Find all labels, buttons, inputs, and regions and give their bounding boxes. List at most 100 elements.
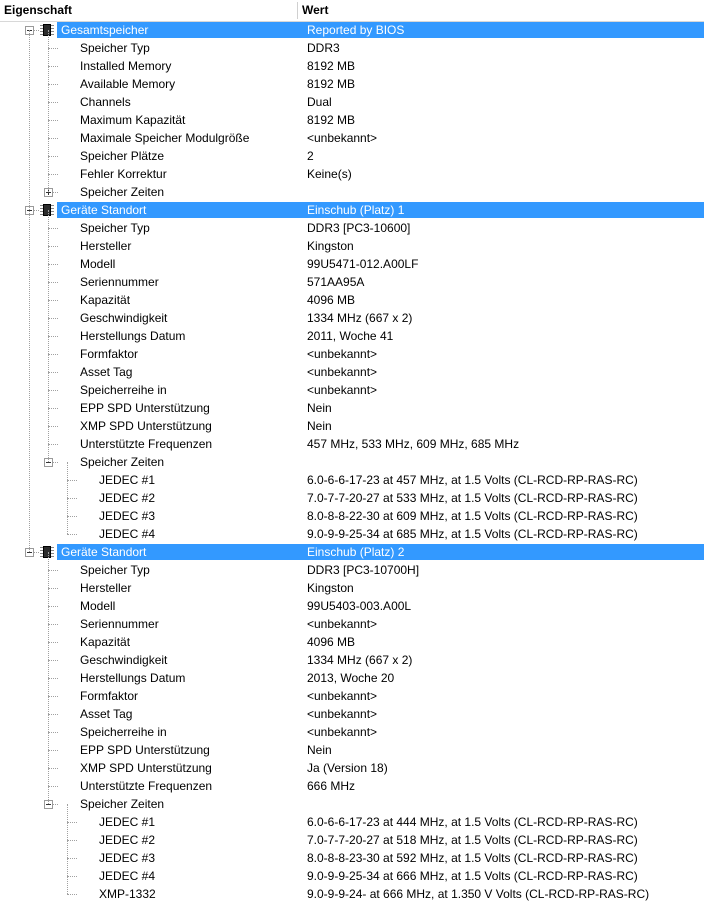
tree-row[interactable]: XMP SPD Unterstützung Ja (Version 18) — [0, 759, 704, 777]
tree-leaf-row[interactable]: XMP-1332 9.0-9-9-24- at 666 MHz, at 1.350… — [0, 885, 704, 903]
tree-row[interactable]: Speicher Zeiten — [0, 795, 704, 813]
tree-leaf-row[interactable]: JEDEC #4 9.0-9-9-25-34 at 685 MHz, at 1.5… — [0, 525, 704, 543]
tree-row[interactable]: Geschwindigkeit 1334 MHz (667 x 2) — [0, 651, 704, 669]
property-label: Unterstützte Frequenzen — [80, 779, 213, 793]
tree-connector — [48, 246, 58, 247]
tree-row[interactable]: Seriennummer <unbekannt> — [0, 615, 704, 633]
property-value: 8.0-8-8-23-30 at 592 MHz, at 1.5 Volts (… — [307, 851, 638, 865]
tree-row[interactable]: Hersteller Kingston — [0, 237, 704, 255]
tree-row[interactable]: EPP SPD Unterstützung Nein — [0, 741, 704, 759]
property-value: <unbekannt> — [307, 707, 378, 721]
tree-group-row[interactable]: Geräte Standort Einschub (Platz) 1 — [0, 201, 704, 219]
tree-leaf-row[interactable]: JEDEC #2 7.0-7-7-20-27 at 533 MHz, at 1.5… — [0, 489, 704, 507]
property-value: 99U5403-003.A00L — [307, 599, 412, 613]
tree-guide-line — [67, 462, 68, 534]
property-value: 9.0-9-9-25-34 at 685 MHz, at 1.5 Volts (… — [307, 527, 638, 541]
tree-row[interactable]: Formfaktor <unbekannt> — [0, 687, 704, 705]
tree-row[interactable]: Kapazität 4096 MB — [0, 291, 704, 309]
tree-connector — [48, 588, 58, 589]
property-label: Maximale Speicher Modulgröße — [80, 131, 250, 145]
property-label: XMP SPD Unterstützung — [80, 419, 212, 433]
property-value: Einschub (Platz) 1 — [307, 203, 405, 217]
property-value: Nein — [307, 419, 332, 433]
property-label: Speicher Zeiten — [80, 185, 165, 199]
property-label: Geschwindigkeit — [80, 311, 168, 325]
property-value: Keine(s) — [307, 167, 352, 181]
tree-row[interactable]: Herstellungs Datum 2011, Woche 41 — [0, 327, 704, 345]
tree-row[interactable]: XMP SPD Unterstützung Nein — [0, 417, 704, 435]
tree-connector — [48, 732, 58, 733]
property-value: 1334 MHz (667 x 2) — [307, 311, 413, 325]
tree-row[interactable]: Installed Memory 8192 MB — [0, 57, 704, 75]
property-label: Kapazität — [80, 293, 131, 307]
property-label: Installed Memory — [80, 59, 172, 73]
tree-group-row[interactable]: Gesamtspeicher Reported by BIOS — [0, 21, 704, 39]
column-header-value[interactable]: Wert — [298, 0, 704, 21]
tree-row[interactable]: Hersteller Kingston — [0, 579, 704, 597]
tree-row[interactable]: Speicher Plätze 2 — [0, 147, 704, 165]
column-header-property[interactable]: Eigenschaft — [0, 0, 298, 21]
tree-leaf-row[interactable]: JEDEC #3 8.0-8-8-22-30 at 609 MHz, at 1.5… — [0, 507, 704, 525]
tree-connector — [48, 300, 58, 301]
tree-row[interactable]: Unterstützte Frequenzen 457 MHz, 533 MHz,… — [0, 435, 704, 453]
tree-group-row[interactable]: Geräte Standort Einschub (Platz) 2 — [0, 543, 704, 561]
property-value: <unbekannt> — [307, 383, 378, 397]
property-label: Formfaktor — [80, 689, 139, 703]
tree-leaf-row[interactable]: JEDEC #4 9.0-9-9-25-34 at 666 MHz, at 1.5… — [0, 867, 704, 885]
tree-leaf-row[interactable]: JEDEC #1 6.0-6-6-17-23 at 444 MHz, at 1.5… — [0, 813, 704, 831]
column-header: Eigenschaft Wert — [0, 0, 704, 22]
tree-row[interactable]: Formfaktor <unbekannt> — [0, 345, 704, 363]
tree-connector — [48, 336, 58, 337]
tree-row[interactable]: Unterstützte Frequenzen 666 MHz — [0, 777, 704, 795]
property-label: Seriennummer — [80, 617, 159, 631]
property-label: Maximum Kapazität — [80, 113, 186, 127]
property-value: Nein — [307, 401, 332, 415]
property-label: Speicherreihe in — [80, 383, 167, 397]
tree-leaf-row[interactable]: JEDEC #1 6.0-6-6-17-23 at 457 MHz, at 1.5… — [0, 471, 704, 489]
tree-row[interactable]: Herstellungs Datum 2013, Woche 20 — [0, 669, 704, 687]
tree-row[interactable]: Speicher Zeiten — [0, 183, 704, 201]
tree-leaf-row[interactable]: JEDEC #3 8.0-8-8-23-30 at 592 MHz, at 1.5… — [0, 849, 704, 867]
property-value: 8.0-8-8-22-30 at 609 MHz, at 1.5 Volts (… — [307, 509, 638, 523]
property-value: 8192 MB — [307, 113, 356, 127]
tree-row[interactable]: Available Memory 8192 MB — [0, 75, 704, 93]
tree-row[interactable]: Maximale Speicher Modulgröße <unbekannt> — [0, 129, 704, 147]
tree-connector — [48, 102, 58, 103]
tree-leaf-row[interactable]: JEDEC #2 7.0-7-7-20-27 at 518 MHz, at 1.5… — [0, 831, 704, 849]
property-value: DDR3 [PC3-10700H] — [307, 563, 420, 577]
property-label: Herstellungs Datum — [80, 671, 186, 685]
tree-connector — [48, 264, 58, 265]
tree-row[interactable]: Seriennummer 571AA95A — [0, 273, 704, 291]
tree-connector — [48, 84, 58, 85]
property-label: EPP SPD Unterstützung — [80, 743, 210, 757]
tree-row[interactable]: Speicher Typ DDR3 [PC3-10600] — [0, 219, 704, 237]
tree-row[interactable]: EPP SPD Unterstützung Nein — [0, 399, 704, 417]
tree-row[interactable]: Modell 99U5471-012.A00LF — [0, 255, 704, 273]
tree-row[interactable]: Channels Dual — [0, 93, 704, 111]
tree-row[interactable]: Speicher Zeiten — [0, 453, 704, 471]
tree-row[interactable]: Asset Tag <unbekannt> — [0, 363, 704, 381]
tree-row[interactable]: Speicherreihe in <unbekannt> — [0, 723, 704, 741]
tree-row[interactable]: Speicher Typ DDR3 — [0, 39, 704, 57]
tree-row[interactable]: Speicher Typ DDR3 [PC3-10700H] — [0, 561, 704, 579]
tree-row[interactable]: Kapazität 4096 MB — [0, 633, 704, 651]
tree-row[interactable]: Modell 99U5403-003.A00L — [0, 597, 704, 615]
property-value: 6.0-6-6-17-23 at 457 MHz, at 1.5 Volts (… — [307, 473, 638, 487]
property-value: <unbekannt> — [307, 617, 378, 631]
property-value: 2 — [307, 149, 314, 163]
tree-row[interactable]: Fehler Korrektur Keine(s) — [0, 165, 704, 183]
tree-row[interactable]: Geschwindigkeit 1334 MHz (667 x 2) — [0, 309, 704, 327]
tree-row[interactable]: Speicherreihe in <unbekannt> — [0, 381, 704, 399]
tree-connector — [67, 498, 77, 499]
property-value: 666 MHz — [307, 779, 356, 793]
tree-guide-line — [67, 804, 68, 894]
tree-connector — [48, 282, 58, 283]
tree-row[interactable]: Asset Tag <unbekannt> — [0, 705, 704, 723]
property-value: 9.0-9-9-25-34 at 666 MHz, at 1.5 Volts (… — [307, 869, 638, 883]
property-value: 9.0-9-9-24- at 666 MHz, at 1.350 V Volts… — [307, 887, 650, 901]
tree-row[interactable]: Maximum Kapazität 8192 MB — [0, 111, 704, 129]
tree-connector — [48, 120, 58, 121]
tree-connector — [48, 372, 58, 373]
property-label: JEDEC #1 — [99, 473, 156, 487]
tree-connector — [48, 714, 58, 715]
